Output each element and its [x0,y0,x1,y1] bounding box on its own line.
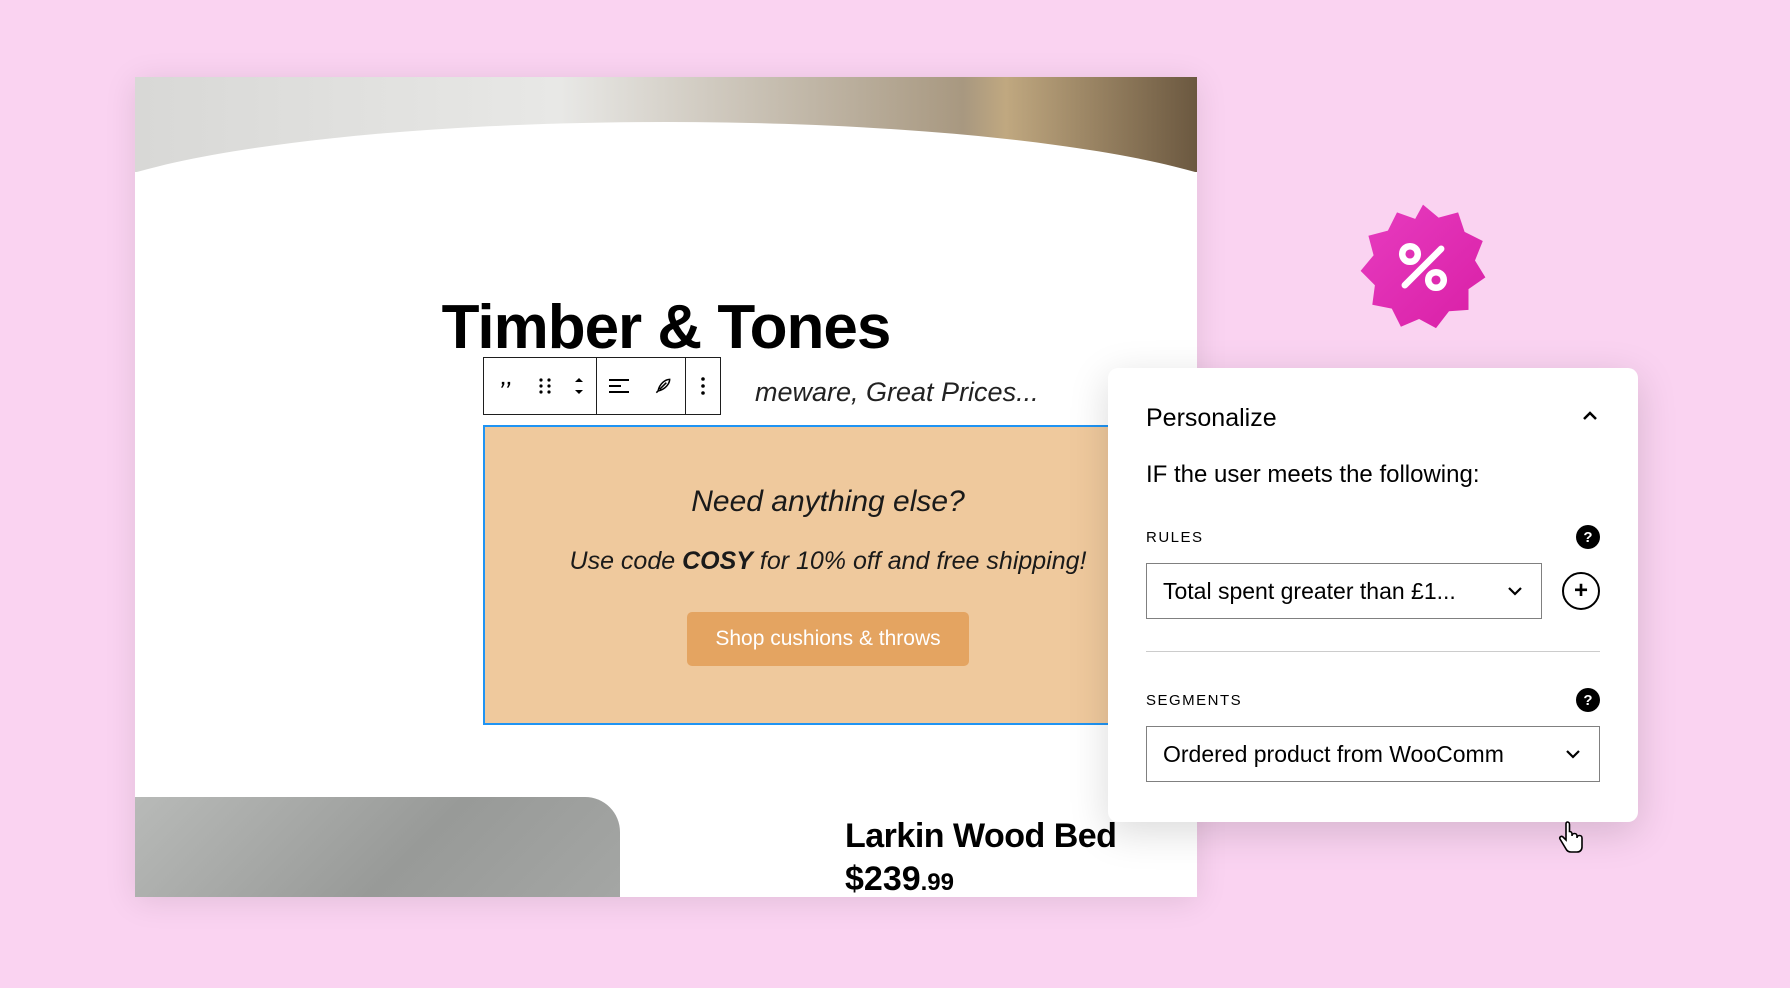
page-tagline: meware, Great Prices... [755,377,1039,408]
shop-button[interactable]: Shop cushions & throws [687,612,968,666]
more-icon[interactable] [686,377,720,395]
product-name: Larkin Wood Bed [845,817,1116,856]
product-info: Larkin Wood Bed $239.99 ★★★★★ [845,817,1116,897]
quote-icon[interactable] [484,376,528,396]
editor-preview: Timber & Tones meware, Great Prices... N… [135,77,1197,897]
promo-code: COSY [682,547,753,575]
segments-label: SEGMENTS [1146,692,1242,709]
block-toolbar [483,357,721,415]
page-title: Timber & Tones [442,292,891,363]
product-image [135,797,620,897]
divider [1146,651,1600,652]
chevron-down-icon [1563,744,1583,764]
chevron-down-icon [1505,581,1525,601]
feather-icon[interactable] [641,376,685,396]
help-icon[interactable]: ? [1576,688,1600,712]
panel-description: IF the user meets the following: [1146,461,1600,489]
promo-text: Use code COSY for 10% off and free shipp… [570,547,1087,576]
personalize-panel: Personalize IF the user meets the follow… [1108,368,1638,822]
drag-handle-icon[interactable] [528,377,562,395]
discount-badge-icon [1358,202,1488,332]
help-icon[interactable]: ? [1576,525,1600,549]
move-updown-icon[interactable] [562,376,596,396]
product-price: $239.99 [845,860,1116,897]
promo-heading: Need anything else? [691,485,965,519]
promo-block[interactable]: Need anything else? Use code COSY for 10… [483,425,1173,725]
align-icon[interactable] [597,378,641,394]
rule-select[interactable]: Total spent greater than £1... [1146,563,1542,619]
panel-title: Personalize [1146,404,1277,433]
cursor-pointer-icon [1556,820,1588,864]
add-rule-button[interactable]: + [1562,572,1600,610]
rules-label: RULES [1146,529,1204,546]
collapse-icon[interactable] [1580,406,1600,431]
segment-select[interactable]: Ordered product from WooComm [1146,726,1600,782]
